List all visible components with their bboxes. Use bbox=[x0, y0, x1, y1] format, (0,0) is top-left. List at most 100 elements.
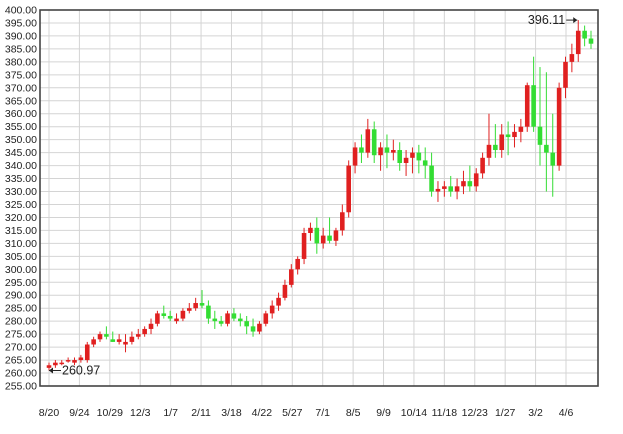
candle-body bbox=[193, 303, 198, 309]
y-tick-label: 380.00 bbox=[5, 56, 37, 68]
candle-body bbox=[473, 173, 479, 187]
candle-body bbox=[167, 315, 173, 319]
x-tick-label: 10/14 bbox=[401, 407, 427, 419]
candle-body bbox=[282, 284, 288, 298]
candle-body bbox=[110, 339, 116, 342]
y-tick-label: 365.00 bbox=[5, 95, 37, 107]
x-tick-label: 12/23 bbox=[462, 407, 488, 419]
y-tick-label: 300.00 bbox=[5, 264, 37, 276]
candle-body bbox=[391, 150, 396, 153]
y-tick-label: 360.00 bbox=[5, 108, 37, 120]
y-tick-label: 330.00 bbox=[5, 186, 37, 198]
candle-body bbox=[582, 30, 587, 39]
candle-body bbox=[537, 126, 543, 145]
candle-body bbox=[422, 160, 428, 166]
candle-body bbox=[308, 227, 313, 234]
candle-body bbox=[505, 134, 511, 138]
candle-body bbox=[186, 308, 192, 311]
candle-body bbox=[556, 87, 562, 166]
candle-body bbox=[289, 269, 294, 285]
candle-body bbox=[512, 131, 517, 138]
candle-body bbox=[116, 339, 122, 342]
y-tick-label: 290.00 bbox=[5, 290, 37, 302]
x-tick-label: 8/5 bbox=[346, 407, 361, 419]
y-axis-ticks: 255.00260.00265.00270.00275.00280.00285.… bbox=[5, 5, 37, 393]
y-tick-label: 335.00 bbox=[5, 173, 37, 185]
candle-body bbox=[499, 134, 505, 151]
candle-body bbox=[544, 144, 549, 153]
candle-body bbox=[588, 38, 594, 44]
y-tick-label: 325.00 bbox=[5, 199, 37, 211]
candle-body bbox=[333, 230, 339, 241]
candle-body bbox=[237, 318, 243, 322]
candle-body bbox=[218, 321, 224, 324]
x-tick-label: 9/24 bbox=[69, 407, 90, 419]
x-tick-label: 1/27 bbox=[495, 407, 516, 419]
candlestick-chart: 255.00260.00265.00270.00275.00280.00285.… bbox=[0, 0, 623, 434]
y-tick-label: 280.00 bbox=[5, 316, 37, 328]
candle-body bbox=[448, 186, 454, 192]
candle-body bbox=[104, 334, 109, 337]
x-tick-label: 7/1 bbox=[315, 407, 330, 419]
candle-body bbox=[123, 341, 128, 345]
candle-body bbox=[269, 305, 275, 314]
candle-body bbox=[359, 147, 364, 153]
candle-body bbox=[244, 321, 249, 327]
candle-body bbox=[575, 30, 581, 55]
y-tick-label: 390.00 bbox=[5, 30, 37, 42]
x-tick-label: 1/7 bbox=[163, 407, 178, 419]
y-tick-label: 305.00 bbox=[5, 251, 37, 263]
y-tick-label: 275.00 bbox=[5, 329, 37, 341]
y-tick-label: 385.00 bbox=[5, 43, 37, 55]
y-tick-label: 255.00 bbox=[5, 381, 37, 393]
y-tick-label: 270.00 bbox=[5, 342, 37, 354]
candle-body bbox=[225, 313, 230, 324]
candle-body bbox=[524, 85, 530, 127]
candle-body bbox=[142, 328, 147, 335]
y-tick-label: 370.00 bbox=[5, 82, 37, 94]
candle-body bbox=[442, 186, 447, 189]
candle-body bbox=[327, 235, 332, 241]
candle-body bbox=[97, 334, 103, 340]
x-tick-label: 8/20 bbox=[39, 407, 60, 419]
y-tick-label: 285.00 bbox=[5, 303, 37, 315]
candle-body bbox=[91, 339, 96, 345]
y-tick-label: 345.00 bbox=[5, 147, 37, 159]
candle-body bbox=[346, 165, 351, 213]
candle-body bbox=[467, 181, 473, 187]
candle-body bbox=[53, 362, 58, 366]
candle-body bbox=[155, 313, 160, 324]
candle-body bbox=[435, 188, 441, 192]
y-tick-label: 350.00 bbox=[5, 134, 37, 146]
y-tick-label: 355.00 bbox=[5, 121, 37, 133]
x-tick-label: 4/6 bbox=[559, 407, 574, 419]
x-tick-label: 4/22 bbox=[252, 407, 273, 419]
candle-body bbox=[129, 336, 135, 342]
y-tick-label: 260.00 bbox=[5, 368, 37, 380]
candle-body bbox=[403, 157, 409, 163]
candle-body bbox=[46, 365, 52, 368]
candle-body bbox=[352, 147, 358, 166]
y-tick-label: 395.00 bbox=[5, 17, 37, 29]
y-tick-label: 340.00 bbox=[5, 160, 37, 172]
candle-body bbox=[231, 313, 237, 319]
x-tick-label: 3/18 bbox=[221, 407, 242, 419]
candle-body bbox=[486, 144, 492, 158]
candle-body bbox=[148, 323, 154, 329]
x-tick-label: 3/2 bbox=[528, 407, 543, 419]
candle-body bbox=[569, 54, 575, 62]
candle-body bbox=[161, 313, 167, 316]
candle-body bbox=[314, 227, 320, 244]
candle-body bbox=[301, 233, 307, 259]
x-tick-label: 2/11 bbox=[191, 407, 211, 419]
candle-body bbox=[429, 165, 434, 192]
x-tick-label: 9/9 bbox=[376, 407, 391, 419]
candle-body bbox=[384, 147, 390, 153]
x-tick-label: 11/18 bbox=[432, 407, 458, 419]
candle-body bbox=[65, 360, 71, 362]
candle-body bbox=[78, 357, 84, 361]
candle-body bbox=[365, 129, 371, 153]
candle-body bbox=[410, 152, 415, 158]
y-tick-label: 310.00 bbox=[5, 238, 37, 250]
y-tick-label: 320.00 bbox=[5, 212, 37, 224]
